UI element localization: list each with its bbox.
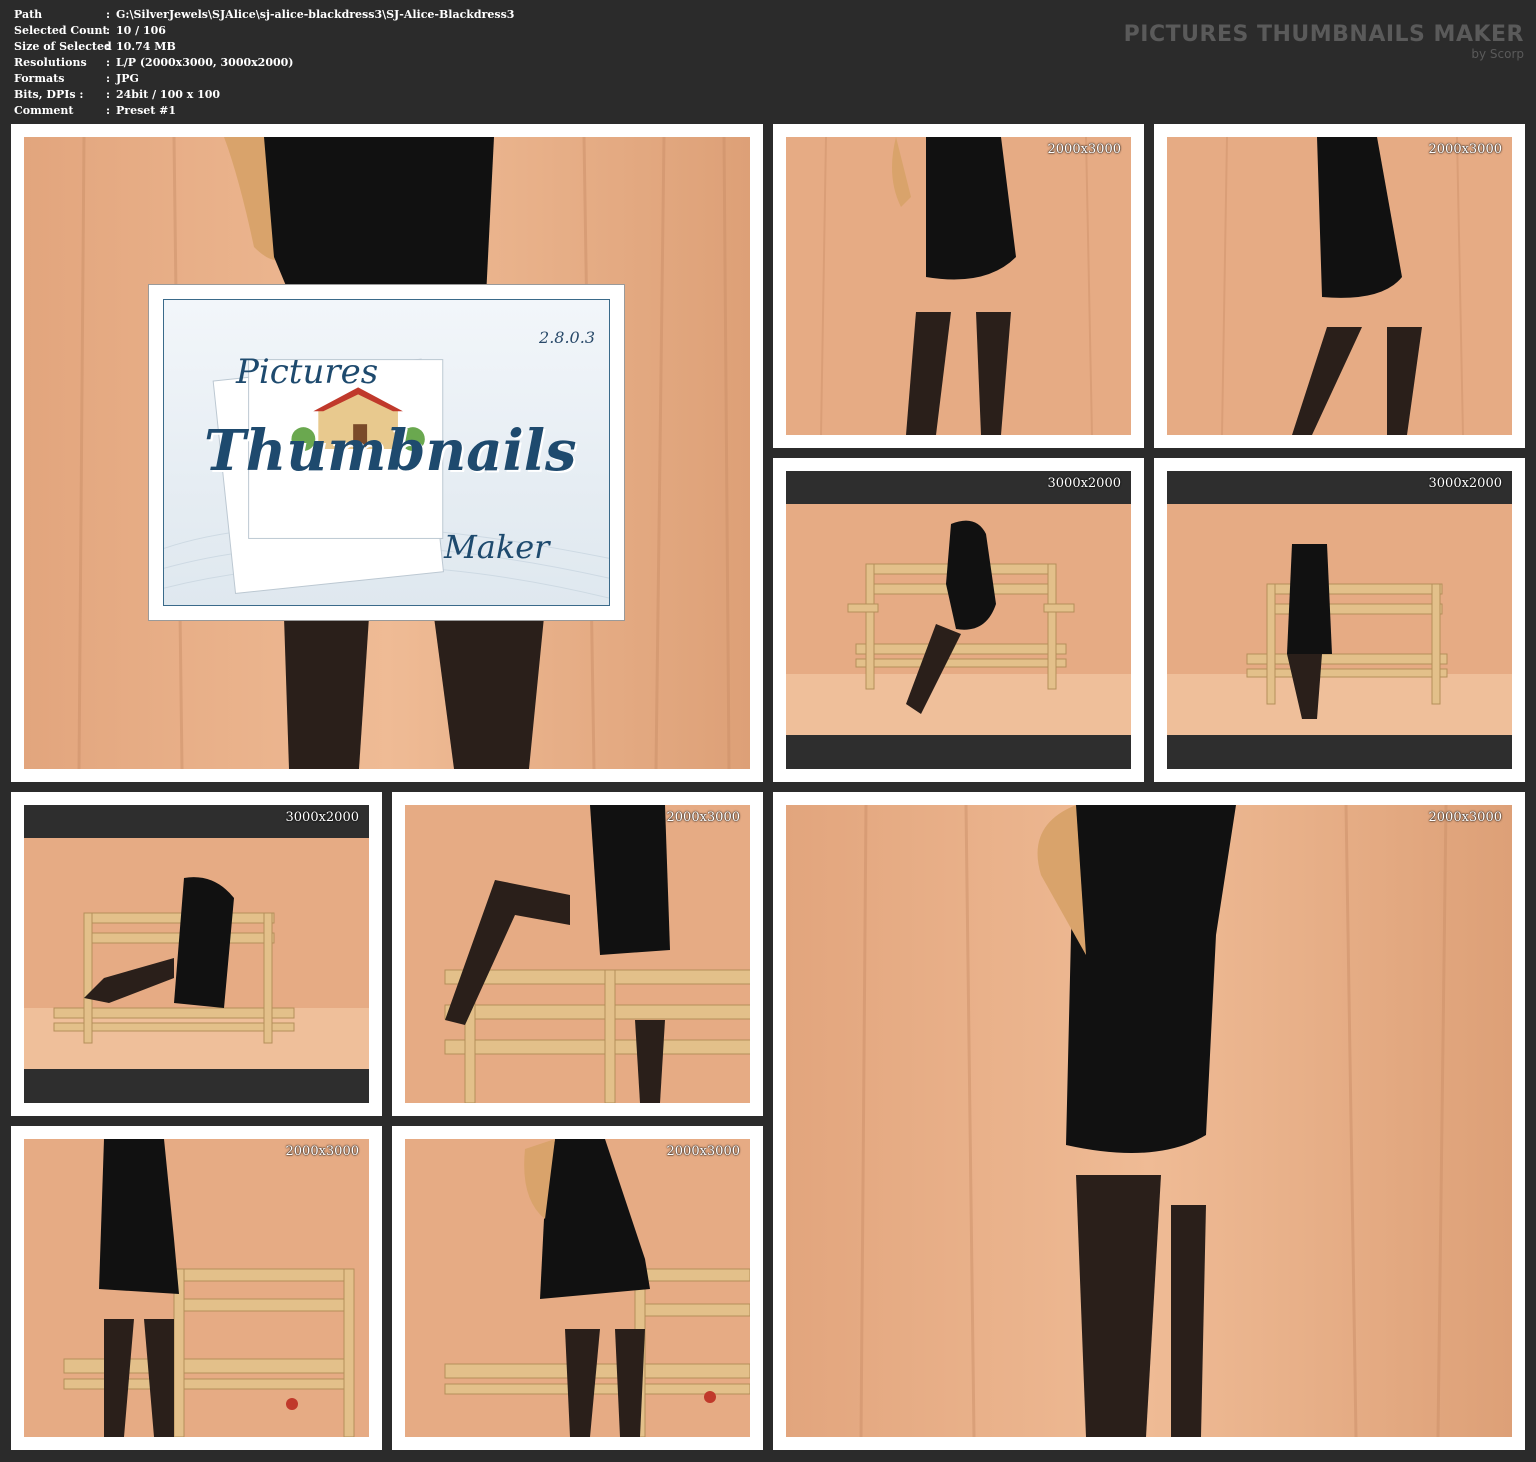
info-panel: Path : G:\SilverJewels\SJAlice\sj-alice-…: [14, 7, 514, 119]
header: Path : G:\SilverJewels\SJAlice\sj-alice-…: [0, 0, 1536, 124]
info-key: Selected Count: [14, 24, 108, 37]
logo-panel: 2.8.0.3 Pictures Thumbnails Maker: [163, 299, 610, 606]
resolution-label: 2000x3000: [1047, 142, 1122, 157]
logo-word-maker: Maker: [444, 528, 550, 566]
resolution-label: 3000x2000: [1047, 476, 1122, 491]
info-row-path: Path : G:\SilverJewels\SJAlice\sj-alice-…: [14, 7, 514, 23]
logo-word-pictures: Pictures: [236, 352, 379, 392]
photo-drawing: [405, 1139, 750, 1437]
info-row-selected-count: Selected Count : 10 / 106: [14, 23, 514, 39]
info-separator: :: [106, 72, 111, 85]
thumbnail-tile[interactable]: 3000x2000: [773, 458, 1144, 782]
info-row-comment: Comment : Preset #1: [14, 103, 514, 119]
app-logo: 2.8.0.3 Pictures Thumbnails Maker: [148, 284, 625, 621]
thumbnail-tile[interactable]: 2000x3000: [392, 792, 763, 1116]
logo-version: 2.8.0.3: [539, 328, 595, 347]
resolution-label: 2000x3000: [666, 810, 741, 825]
thumbnail-tile[interactable]: 2000x3000: [773, 792, 1525, 1450]
info-value: 10.74 MB: [116, 40, 176, 53]
info-separator: :: [106, 56, 111, 69]
photo-drawing: [786, 137, 1131, 435]
photo-drawing: [24, 1139, 369, 1437]
photo-area: [1167, 504, 1512, 735]
thumbnail-image: [1167, 471, 1512, 769]
info-row-bits: Bits, DPIs : : 24bit / 100 x 100: [14, 87, 514, 103]
photo-drawing: [1167, 137, 1512, 435]
resolution-label: 2000x3000: [1428, 810, 1503, 825]
thumbnail-image: [24, 1139, 369, 1437]
info-separator: :: [106, 88, 111, 101]
brand-title: PICTURES THUMBNAILS MAKER: [1123, 22, 1524, 47]
brand-subtitle: by Scorp: [1471, 47, 1524, 61]
info-separator: :: [106, 40, 111, 53]
resolution-label: 2000x3000: [285, 1144, 360, 1159]
thumbnail-tile[interactable]: 2000x3000: [773, 124, 1144, 448]
info-value: 24bit / 100 x 100: [116, 88, 221, 101]
thumbnail-image: [786, 805, 1512, 1437]
thumbnail-image: [1167, 137, 1512, 435]
thumbnail-tile[interactable]: 2000x3000: [11, 1126, 382, 1450]
info-row-resolutions: Resolutions : L/P (2000x3000, 3000x2000): [14, 55, 514, 71]
info-key: Formats: [14, 72, 65, 85]
resolution-label: 3000x2000: [285, 810, 360, 825]
info-key: Resolutions: [14, 56, 87, 69]
photo-area: [786, 504, 1131, 735]
thumbnail-tile[interactable]: 2000x3000: [392, 1126, 763, 1450]
thumbnail-image: [405, 805, 750, 1103]
thumbnail-image: [786, 471, 1131, 769]
info-row-size: Size of Selected : 10.74 MB: [14, 39, 514, 55]
resolution-label: 2000x3000: [666, 1144, 741, 1159]
thumbnail-image: [405, 1139, 750, 1437]
photo-drawing: [786, 805, 1512, 1437]
info-key: Bits, DPIs :: [14, 88, 84, 101]
info-value: 10 / 106: [116, 24, 166, 37]
photo-area: [24, 838, 369, 1069]
photo-drawing: [1167, 504, 1512, 735]
info-value: Preset #1: [116, 104, 177, 117]
info-value: L/P (2000x3000, 3000x2000): [116, 56, 294, 69]
thumbnail-tile[interactable]: 2000x3000: [1154, 124, 1525, 448]
photo-drawing: [405, 805, 750, 1103]
photo-drawing: [24, 838, 369, 1069]
thumbnail-image: [24, 805, 369, 1103]
thumbnail-tile[interactable]: 3000x2000: [11, 792, 382, 1116]
photo-drawing: [786, 504, 1131, 735]
info-value: JPG: [116, 72, 139, 85]
info-key: Size of Selected: [14, 40, 112, 53]
thumbnail-image: [786, 137, 1131, 435]
resolution-label: 3000x2000: [1428, 476, 1503, 491]
logo-word-thumbnails: Thumbnails: [204, 418, 577, 484]
info-separator: :: [106, 104, 111, 117]
info-key: Path: [14, 8, 43, 21]
info-separator: :: [106, 8, 111, 21]
thumbnail-tile[interactable]: 3000x2000: [1154, 458, 1525, 782]
info-separator: :: [106, 24, 111, 37]
info-row-formats: Formats : JPG: [14, 71, 514, 87]
info-key: Comment: [14, 104, 74, 117]
brand: PICTURES THUMBNAILS MAKER by Scorp: [1124, 22, 1524, 60]
resolution-label: 2000x3000: [1428, 142, 1503, 157]
info-value: G:\SilverJewels\SJAlice\sj-alice-blackdr…: [116, 8, 515, 21]
